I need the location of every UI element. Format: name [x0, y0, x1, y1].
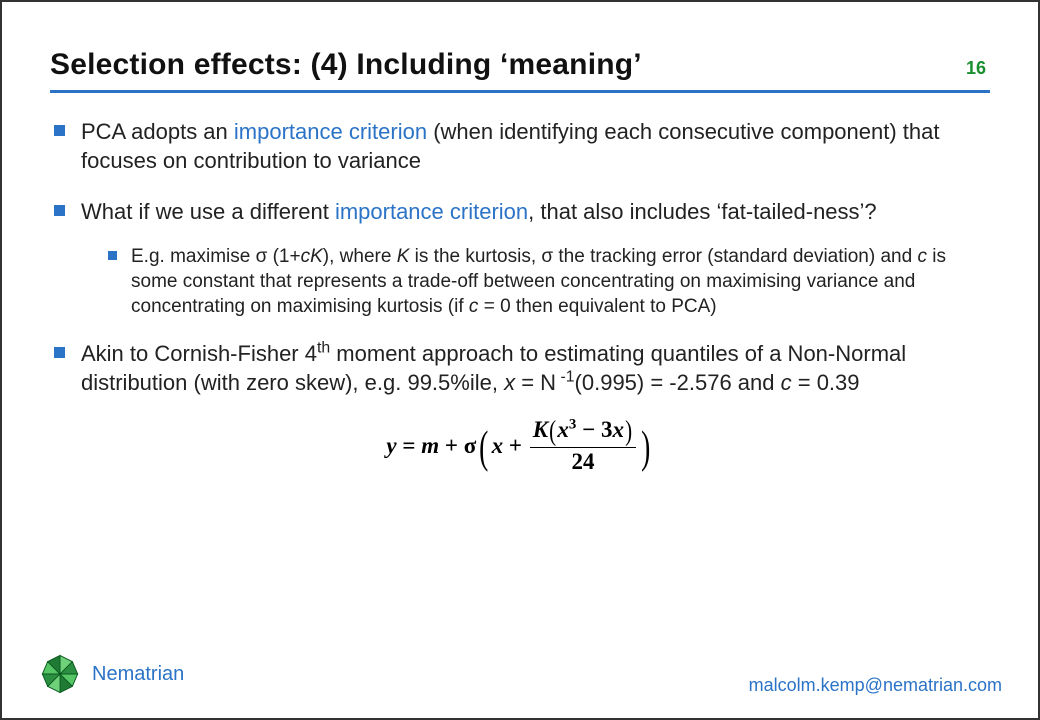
big-rparen: ): [641, 420, 650, 473]
formula: y = m + σ(x + K(x3 − 3x)24): [54, 419, 986, 477]
var-c: c: [469, 296, 479, 317]
sigma: σ: [464, 434, 477, 459]
text-fragment: What if we use a different: [81, 199, 335, 224]
text-fragment: E.g. maximise σ (1+: [131, 246, 301, 267]
text-fragment: = 0.39: [792, 370, 860, 395]
bullet-1-text: PCA adopts an importance criterion (when…: [81, 117, 986, 175]
var-m: m: [421, 434, 439, 459]
bullet-1: PCA adopts an importance criterion (when…: [54, 117, 986, 175]
text-fragment: is the kurtosis, σ the tracking error (s…: [409, 246, 917, 267]
var-K: K: [533, 417, 548, 442]
title-underline: [50, 90, 990, 93]
page-title: Selection effects: (4) Including ‘meanin…: [50, 48, 642, 82]
text-fragment: = N: [515, 370, 556, 395]
superscript: th: [317, 340, 330, 357]
equals: =: [397, 434, 422, 459]
text-fragment: PCA adopts an: [81, 119, 234, 144]
text-fragment: (0.995) = -2.576 and: [575, 370, 781, 395]
num-3: 3: [601, 417, 613, 442]
content-area: PCA adopts an importance criterion (when…: [50, 117, 990, 477]
bullet-3-text: Akin to Cornish-Fisher 4th moment approa…: [81, 339, 986, 397]
fraction: K(x3 − 3x)24: [530, 417, 637, 475]
plus: +: [439, 434, 464, 459]
text-fragment: , that also includes ‘fat-tailed-ness’?: [528, 199, 877, 224]
page-number: 16: [966, 58, 986, 79]
highlight-text: importance criterion: [234, 119, 427, 144]
bullet-square-icon: [54, 347, 65, 358]
minus: −: [576, 417, 601, 442]
plus: +: [503, 434, 528, 459]
var-K: K: [310, 246, 323, 267]
bullet-2-text: What if we use a different importance cr…: [81, 197, 877, 226]
var-x: x: [612, 417, 624, 442]
var-c: c: [917, 246, 927, 267]
nematrian-logo-icon: [38, 652, 82, 696]
contact-email: malcolm.kemp@nematrian.com: [749, 675, 1002, 696]
var-K: K: [397, 246, 410, 267]
bullet-2: What if we use a different importance cr…: [54, 197, 986, 226]
var-y: y: [386, 434, 396, 459]
footer: Nematrian malcolm.kemp@nematrian.com: [2, 652, 1038, 718]
bullet-2a-text: E.g. maximise σ (1+cK), where K is the k…: [131, 244, 986, 319]
text-fragment: Akin to Cornish-Fisher 4: [81, 341, 317, 366]
brand: Nematrian: [38, 652, 184, 696]
var-x: x: [492, 434, 504, 459]
lparen: (: [549, 417, 556, 446]
slide: Selection effects: (4) Including ‘meanin…: [0, 0, 1040, 720]
big-lparen: (: [479, 420, 488, 473]
bullet-3: Akin to Cornish-Fisher 4th moment approa…: [54, 339, 986, 397]
bullet-2a: E.g. maximise σ (1+cK), where K is the k…: [108, 244, 986, 319]
header-row: Selection effects: (4) Including ‘meanin…: [50, 48, 990, 82]
highlight-text: importance criterion: [335, 199, 528, 224]
bullet-square-icon: [54, 205, 65, 216]
superscript: -1: [556, 369, 574, 386]
var-c: c: [781, 370, 792, 395]
numerator: K(x3 − 3x): [530, 417, 637, 446]
brand-name: Nematrian: [92, 663, 184, 686]
text-fragment: = 0 then equivalent to PCA): [478, 296, 716, 317]
var-x: x: [557, 417, 569, 442]
denominator: 24: [530, 447, 637, 475]
rparen: ): [625, 417, 632, 446]
var-c: c: [301, 246, 311, 267]
bullet-square-icon: [108, 251, 117, 260]
bullet-square-icon: [54, 125, 65, 136]
text-fragment: ), where: [323, 246, 397, 267]
var-x: x: [504, 370, 515, 395]
